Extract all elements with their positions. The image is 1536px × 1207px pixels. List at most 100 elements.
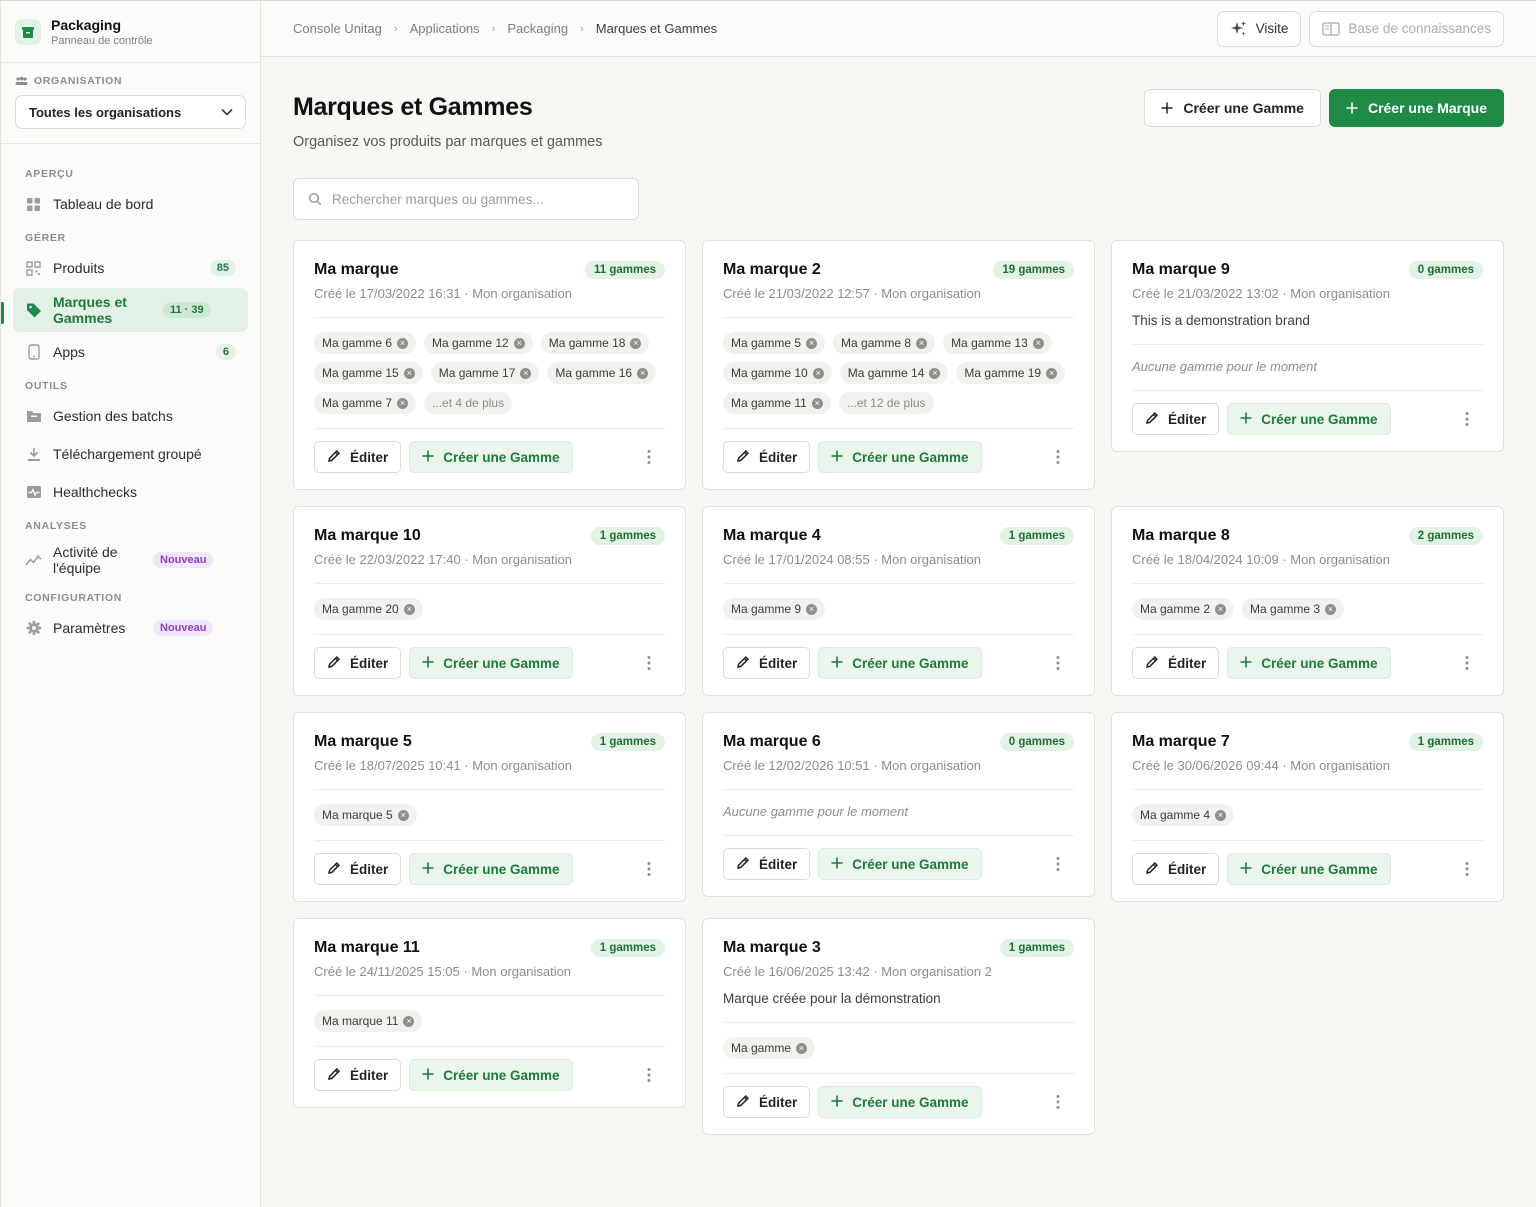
more-options-icon[interactable] <box>1048 651 1068 675</box>
create-range-button[interactable]: Créer une Gamme <box>409 1059 573 1091</box>
remove-icon[interactable]: × <box>403 603 415 615</box>
remove-icon[interactable]: × <box>1325 603 1337 615</box>
create-range-button[interactable]: Créer une Gamme <box>818 441 982 473</box>
edit-button[interactable]: Éditer <box>1132 403 1220 435</box>
brand-name[interactable]: Ma marque 7 <box>1132 733 1230 751</box>
breadcrumb-item[interactable]: Applications <box>410 21 480 36</box>
range-chip[interactable]: Ma gamme 8 × <box>833 332 936 354</box>
sidebar-item-tableau-de-bord[interactable]: Tableau de bord <box>13 186 248 222</box>
remove-icon[interactable]: × <box>812 367 824 379</box>
create-range-button[interactable]: Créer une Gamme <box>409 647 573 679</box>
org-select[interactable]: Toutes les organisations <box>15 95 246 129</box>
more-options-icon[interactable] <box>639 1063 659 1087</box>
remove-icon[interactable]: × <box>1032 337 1044 349</box>
create-range-button[interactable]: Créer une Gamme <box>818 1086 982 1118</box>
range-chip[interactable]: Ma gamme 14 × <box>839 362 949 384</box>
create-range-button[interactable]: Créer une Gamme <box>409 853 573 885</box>
remove-icon[interactable]: × <box>796 1042 808 1054</box>
remove-icon[interactable]: × <box>916 337 928 349</box>
brand-header[interactable]: Packaging Panneau de contrôle <box>1 1 260 63</box>
more-options-icon[interactable] <box>1457 857 1477 881</box>
more-ranges-chip[interactable]: ...et 12 de plus <box>838 392 934 414</box>
create-range-button[interactable]: Créer une Gamme <box>818 647 982 679</box>
brand-name[interactable]: Ma marque <box>314 261 398 279</box>
edit-button[interactable]: Éditer <box>1132 853 1220 885</box>
range-chip[interactable]: Ma gamme 20 × <box>314 598 423 620</box>
knowledge-base-button[interactable]: Base de connaissances <box>1309 10 1504 47</box>
remove-icon[interactable]: × <box>806 603 818 615</box>
range-chip[interactable]: Ma gamme 12 × <box>424 332 533 354</box>
more-options-icon[interactable] <box>639 857 659 881</box>
remove-icon[interactable]: × <box>929 367 941 379</box>
more-options-icon[interactable] <box>1457 407 1477 431</box>
range-chip[interactable]: Ma gamme 10 × <box>723 362 832 384</box>
create-range-button[interactable]: Créer une Gamme <box>1227 853 1391 885</box>
range-chip[interactable]: Ma gamme 15 × <box>314 362 423 384</box>
more-options-icon[interactable] <box>1048 852 1068 876</box>
tour-button[interactable]: Visite <box>1216 10 1302 47</box>
sidebar-item-apps[interactable]: Apps 6 <box>13 334 248 370</box>
breadcrumb-item[interactable]: Packaging <box>507 21 568 36</box>
brand-name[interactable]: Ma marque 9 <box>1132 261 1230 279</box>
edit-button[interactable]: Éditer <box>314 441 402 473</box>
edit-button[interactable]: Éditer <box>723 441 811 473</box>
create-range-button[interactable]: Créer une Gamme <box>1227 403 1391 435</box>
sidebar-item-activite-de-l-equipe[interactable]: Activité de l'équipe Nouveau <box>13 538 248 582</box>
brand-name[interactable]: Ma marque 11 <box>314 939 420 957</box>
search-input[interactable]: Rechercher marques ou gammes... <box>293 178 639 220</box>
brand-name[interactable]: Ma marque 10 <box>314 527 421 545</box>
sidebar-item-telechargement-groupe[interactable]: Téléchargement groupé <box>13 436 248 472</box>
range-chip[interactable]: Ma gamme 18 × <box>540 332 650 354</box>
create-range-button[interactable]: Créer une Gamme <box>1144 89 1321 127</box>
range-chip[interactable]: Ma gamme 7 × <box>314 392 417 414</box>
remove-icon[interactable]: × <box>811 397 823 409</box>
edit-button[interactable]: Éditer <box>1132 647 1220 679</box>
remove-icon[interactable]: × <box>1215 809 1227 821</box>
edit-button[interactable]: Éditer <box>314 647 402 679</box>
more-options-icon[interactable] <box>1457 651 1477 675</box>
range-chip[interactable]: Ma marque 11 × <box>314 1010 423 1032</box>
more-options-icon[interactable] <box>639 445 659 469</box>
remove-icon[interactable]: × <box>397 337 409 349</box>
more-ranges-chip[interactable]: ...et 4 de plus <box>424 392 513 414</box>
range-chip[interactable]: Ma marque 5 × <box>314 804 417 826</box>
remove-icon[interactable]: × <box>1046 367 1058 379</box>
range-chip[interactable]: Ma gamme 5 × <box>723 332 826 354</box>
range-chip[interactable]: Ma gamme 4 × <box>1132 804 1235 826</box>
range-chip[interactable]: Ma gamme 16 × <box>547 362 657 384</box>
remove-icon[interactable]: × <box>403 367 415 379</box>
edit-button[interactable]: Éditer <box>314 853 402 885</box>
brand-name[interactable]: Ma marque 4 <box>723 527 821 545</box>
breadcrumb-item[interactable]: Console Unitag <box>293 21 382 36</box>
edit-button[interactable]: Éditer <box>723 647 811 679</box>
remove-icon[interactable]: × <box>1215 603 1227 615</box>
create-range-button[interactable]: Créer une Gamme <box>818 848 982 880</box>
brand-name[interactable]: Ma marque 5 <box>314 733 412 751</box>
range-chip[interactable]: Ma gamme 11 × <box>723 392 831 414</box>
edit-button[interactable]: Éditer <box>723 1086 811 1118</box>
sidebar-item-marques-et-gammes[interactable]: Marques et Gammes 11 · 39 <box>1 288 248 332</box>
range-chip[interactable]: Ma gamme 17 × <box>430 362 540 384</box>
remove-icon[interactable]: × <box>637 367 649 379</box>
range-chip[interactable]: Ma gamme 9 × <box>723 598 826 620</box>
edit-button[interactable]: Éditer <box>723 848 811 880</box>
range-chip[interactable]: Ma gamme × <box>723 1037 816 1059</box>
sidebar-item-parametres[interactable]: Paramètres Nouveau <box>13 610 248 646</box>
remove-icon[interactable]: × <box>397 397 409 409</box>
more-options-icon[interactable] <box>639 651 659 675</box>
range-chip[interactable]: Ma gamme 2 × <box>1132 598 1235 620</box>
remove-icon[interactable]: × <box>806 337 818 349</box>
range-chip[interactable]: Ma gamme 3 × <box>1242 598 1345 620</box>
range-chip[interactable]: Ma gamme 19 × <box>956 362 1066 384</box>
remove-icon[interactable]: × <box>630 337 642 349</box>
sidebar-item-healthchecks[interactable]: Healthchecks <box>13 474 248 510</box>
range-chip[interactable]: Ma gamme 6 × <box>314 332 417 354</box>
remove-icon[interactable]: × <box>397 809 409 821</box>
create-range-button[interactable]: Créer une Gamme <box>409 441 573 473</box>
remove-icon[interactable]: × <box>520 367 532 379</box>
brand-name[interactable]: Ma marque 3 <box>723 939 821 957</box>
range-chip[interactable]: Ma gamme 13 × <box>943 332 1052 354</box>
sidebar-item-gestion-des-batchs[interactable]: Gestion des batchs <box>13 398 248 434</box>
brand-name[interactable]: Ma marque 8 <box>1132 527 1230 545</box>
create-brand-button[interactable]: Créer une Marque <box>1328 89 1504 127</box>
